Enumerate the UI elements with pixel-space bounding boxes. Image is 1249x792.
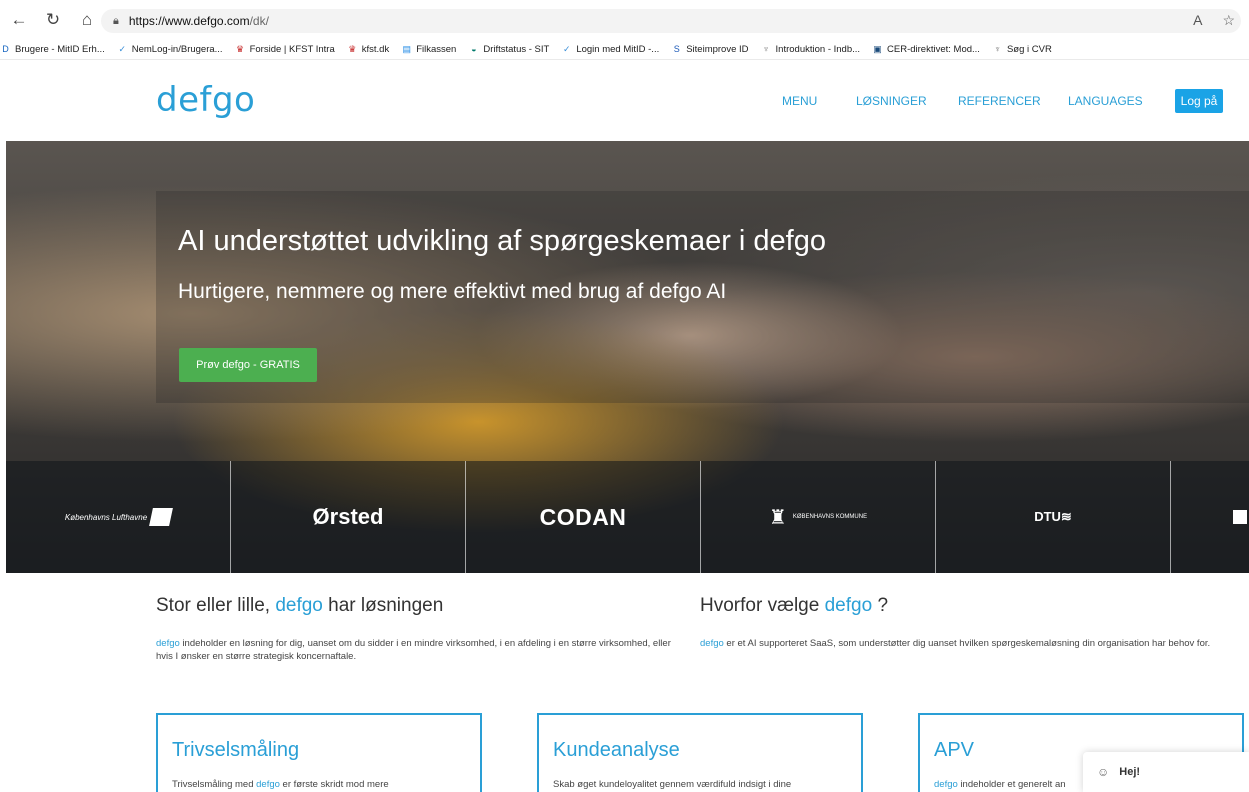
section-text-right: defgo er et AI supporteret SaaS, som und… [700,638,1211,649]
nav-menu[interactable]: MENU [782,94,817,108]
bookmark-label: Søg i CVR [1006,44,1052,55]
bookmark-favicon-icon: D [2,44,9,54]
card-text: Skab øget kundeloyalitet gennem værdiful… [553,779,792,790]
nav-languages[interactable]: LANGUAGES [1068,94,1143,108]
card-title: APV [934,739,975,761]
bookmark-favicon-icon: S [673,44,680,54]
logo-orsted: Ørsted [230,461,465,573]
back-arrow-icon[interactable]: ← [8,9,30,31]
bookmark-favicon-icon: ▤ [402,44,411,54]
nav-losninger[interactable]: LØSNINGER [856,94,927,108]
bookmark-label: Forside | KFST Intra [249,44,335,55]
bookmark-favicon-icon: ♆ [762,44,770,54]
nav-referencer[interactable]: REFERENCER [958,94,1041,108]
browser-toolbar: ← ↻ ⌂ 🔒︎ https://www.defgo.com/dk/ A ☆ [0,0,1249,40]
reload-icon[interactable]: ↻ [42,9,64,31]
bookmark-favicon-icon: ◒ [471,44,477,54]
bookmark-favicon-icon: ♆ [994,44,1001,54]
logo-partial [1170,461,1249,573]
card-title: Kundeanalyse [553,739,680,761]
bookmark-favicon-icon: ✓ [118,44,127,54]
dtu-waves-icon: ≋ [1060,509,1072,524]
card-title: Trivselsmåling [172,739,300,761]
address-bar[interactable]: 🔒︎ https://www.defgo.com/dk/ [101,9,1241,33]
site-header: defgo MENU LØSNINGER REFERENCER LANGUAGE… [0,62,1249,140]
bookmark-label: Brugere - MitID Erh... [15,44,105,55]
section-title-right: Hvorfor vælge defgo ? [700,595,889,616]
chat-widget[interactable]: ☺ Hej! [1083,752,1249,792]
hero-subtitle: Hurtigere, nemmere og mere effektivt med… [178,280,727,303]
bookmark-item[interactable]: ♆ Søg i CVR [992,44,1052,55]
login-button[interactable]: Log på [1175,89,1223,113]
bookmark-item[interactable]: ◒ Driftstatus - SIT [468,44,549,55]
lock-icon: 🔒︎ [113,14,119,27]
logo-kobenhavns-kommune: ♜ KØBENHAVNS KOMMUNE [700,461,935,573]
section-title-left: Stor eller lille, defgo har løsningen [156,595,444,616]
bookmark-label: Introduktion - Indb... [775,44,861,55]
bookmark-label: Login med MitID -... [576,44,660,55]
customer-logo-strip: Københavns Lufthavne Ørsted CODAN ♜ KØBEN… [6,461,1249,573]
defgo-logo[interactable]: defgo [156,80,255,120]
bookmark-label: NemLog-in/Brugera... [131,44,223,55]
logo-codan: CODAN [465,461,700,573]
favorite-star-icon[interactable]: ☆ [1222,12,1235,29]
read-aloud-icon[interactable]: A [1193,12,1202,29]
bookmark-item[interactable]: ♆ Introduktion - Indb... [761,44,861,55]
logo-dtu: DTU ≋ [935,461,1170,573]
card-text: defgo indeholder et generelt an [934,779,1066,790]
home-icon[interactable]: ⌂ [76,9,98,31]
hero-title: AI understøttet udvikling af spørgeskema… [178,225,826,257]
bookmark-label: Siteimprove ID [686,44,749,55]
section-text-left: defgo indeholder en løsning for dig, uan… [156,638,671,662]
bookmark-label: Filkassen [416,44,457,55]
card-kundeanalyse[interactable]: Kundeanalyse Skab øget kundeloyalitet ge… [537,713,863,792]
bookmark-label: kfst.dk [361,44,390,55]
bookmark-favicon-icon: ✓ [563,44,571,54]
bookmark-item[interactable]: ♛ Forside | KFST Intra [235,44,335,55]
try-free-button[interactable]: Prøv defgo - GRATIS [179,348,317,382]
bookmark-item[interactable]: S Siteimprove ID [671,44,749,55]
bookmark-item[interactable]: ▣ CER-direktivet: Mod... [872,44,980,55]
bookmark-favicon-icon: ▣ [873,44,882,54]
bookmark-item[interactable]: ▤ Filkassen [401,44,456,55]
logo-copenhagen-airports: Københavns Lufthavne [6,461,230,573]
bookmark-item[interactable]: ✓ NemLog-in/Brugera... [117,44,223,55]
chatbot-icon: ☺ [1097,765,1110,779]
bookmark-favicon-icon: ♛ [236,44,245,54]
bookmark-label: CER-direktivet: Mod... [887,44,980,55]
card-trivselsmaling[interactable]: Trivselsmåling Trivselsmåling med defgo … [156,713,482,792]
url-host: https://www.defgo.com [128,14,250,28]
bookmark-item[interactable]: D Brugere - MitID Erh... [0,44,105,55]
bookmarks-bar: D Brugere - MitID Erh... ✓ NemLog-in/Bruger… [0,40,1249,60]
bookmark-label: Driftstatus - SIT [483,44,550,55]
bookmark-item[interactable]: ✓ Login med MitID -... [561,44,659,55]
card-text: Trivselsmåling med defgo er første skrid… [172,779,389,790]
url-path: /dk/ [249,14,269,28]
bookmark-item[interactable]: ♛ kfst.dk [347,44,389,55]
bookmark-favicon-icon: ♛ [348,44,357,54]
crest-icon: ♜ [768,506,787,529]
hero-banner: AI understøttet udvikling af spørgeskema… [6,141,1249,573]
